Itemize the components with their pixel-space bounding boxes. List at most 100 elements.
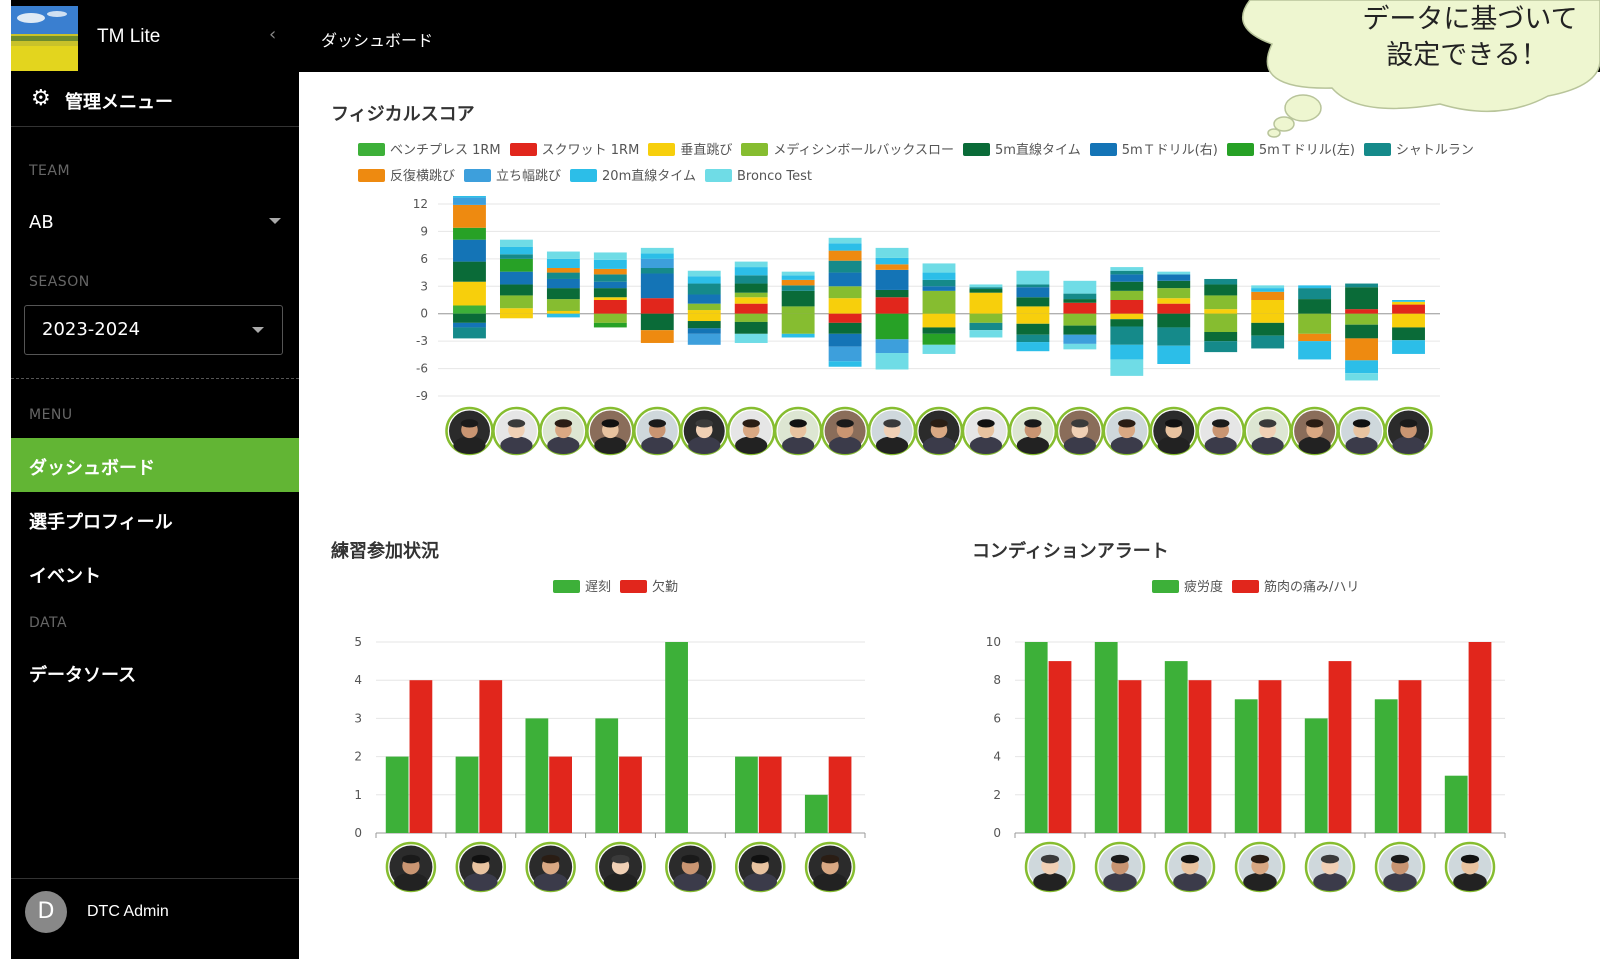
bar-segment[interactable] [499,246,533,255]
bar-segment[interactable] [1110,267,1144,271]
bar[interactable] [525,718,549,833]
bar-segment[interactable] [1063,302,1097,314]
bar-segment[interactable] [1298,285,1332,289]
user-footer[interactable]: D DTC Admin [11,878,299,960]
bar-segment[interactable] [922,344,956,354]
player-avatar[interactable] [1102,406,1152,456]
player-avatar[interactable] [1304,841,1356,893]
legend-item[interactable]: 垂直跳び [648,138,732,164]
bar-segment[interactable] [922,290,956,314]
bar-segment[interactable] [640,298,674,314]
player-avatar[interactable] [1374,841,1426,893]
player-avatar[interactable] [595,841,646,893]
bar[interactable] [1468,642,1492,833]
player-avatar[interactable] [1196,406,1245,456]
bar-segment[interactable] [499,308,533,314]
bar[interactable] [1188,680,1212,833]
bar-segment[interactable] [687,313,721,322]
legend-item[interactable]: 遅刻 [553,575,611,601]
bar-segment[interactable] [1016,287,1050,298]
bar-segment[interactable] [1063,325,1097,335]
player-avatar[interactable] [914,406,964,456]
bar-segment[interactable] [1110,313,1144,320]
bar-segment[interactable] [546,268,580,273]
legend-item[interactable]: 反復横跳び [358,164,455,190]
bar-segment[interactable] [1345,338,1379,361]
bar-segment[interactable] [1016,313,1050,324]
bar-segment[interactable] [1016,270,1050,285]
bar-segment[interactable] [922,327,956,334]
bar-segment[interactable] [1157,288,1191,299]
bar-segment[interactable] [546,272,580,279]
legend-item[interactable]: スクワット 1RM [509,138,639,164]
bar-segment[interactable] [734,297,768,304]
bar-segment[interactable] [453,261,486,282]
player-avatar[interactable] [455,841,507,893]
bar-segment[interactable] [875,257,909,265]
player-avatar[interactable] [961,406,1011,456]
legend-item[interactable]: 5mＴドリル(左) [1226,138,1355,164]
player-avatar[interactable] [586,406,635,456]
bar-segment[interactable] [875,289,909,298]
bar-segment[interactable] [546,258,580,268]
player-avatar[interactable] [492,406,541,456]
sidebar-item-data-source[interactable]: データソース [11,645,299,699]
bar-segment[interactable] [734,321,768,334]
bar-segment[interactable] [593,252,627,260]
bar-segment[interactable] [1204,332,1238,342]
bar-segment[interactable] [1110,359,1144,376]
bar-segment[interactable] [1110,344,1144,360]
bar-segment[interactable] [453,227,486,240]
player-avatar[interactable] [633,406,682,456]
bar-segment[interactable] [828,346,862,362]
bar-segment[interactable] [1392,300,1425,302]
bar-segment[interactable] [1392,304,1425,314]
player-avatar[interactable] [773,406,823,456]
bar-segment[interactable] [453,197,486,205]
bar-segment[interactable] [1204,284,1238,296]
bar-segment[interactable] [453,327,486,339]
bar-segment[interactable] [1392,340,1425,354]
bar-segment[interactable] [687,303,721,311]
bar-segment[interactable] [1110,300,1144,314]
bar-segment[interactable] [546,278,580,289]
bar-segment[interactable] [1063,343,1097,350]
legend-item[interactable]: シャトルラン [1363,138,1474,164]
bar-segment[interactable] [781,290,815,307]
bar-segment[interactable] [1063,313,1097,326]
bar-segment[interactable] [1157,327,1191,346]
bar[interactable] [1328,661,1352,833]
player-avatar[interactable] [525,841,576,893]
bar-segment[interactable] [1063,293,1097,300]
bar-segment[interactable] [1204,295,1238,310]
bar-segment[interactable] [828,322,862,334]
bar-segment[interactable] [593,281,627,289]
bar-segment[interactable] [781,275,815,280]
legend-item[interactable]: 5mＴドリル(右) [1089,138,1218,164]
legend-item[interactable]: 立ち幅跳び [464,164,561,190]
bar-segment[interactable] [1298,341,1332,360]
bar-segment[interactable] [969,292,1003,314]
bar-segment[interactable] [781,285,815,291]
bar-segment[interactable] [734,275,768,284]
legend-item[interactable]: ベンチプレス 1RM [358,138,501,164]
bar-segment[interactable] [687,328,721,334]
bar-segment[interactable] [875,247,909,258]
bar-segment[interactable] [1204,278,1238,285]
legend-item[interactable]: 欠勤 [620,575,678,601]
player-avatar[interactable] [867,406,917,456]
bar-segment[interactable] [1204,313,1238,332]
player-avatar[interactable] [820,406,870,456]
bar-segment[interactable] [593,322,627,328]
bar-segment[interactable] [875,353,909,370]
bar-segment[interactable] [499,295,533,309]
bar-segment[interactable] [1157,271,1191,275]
bar[interactable] [385,756,409,833]
bar-segment[interactable] [1345,313,1379,325]
bar-segment[interactable] [499,258,533,272]
bar-segment[interactable] [734,267,768,276]
bar-segment[interactable] [687,310,721,314]
bar-segment[interactable] [734,261,768,268]
legend-item[interactable]: Bronco Test [704,164,812,190]
bar-segment[interactable] [593,268,627,275]
